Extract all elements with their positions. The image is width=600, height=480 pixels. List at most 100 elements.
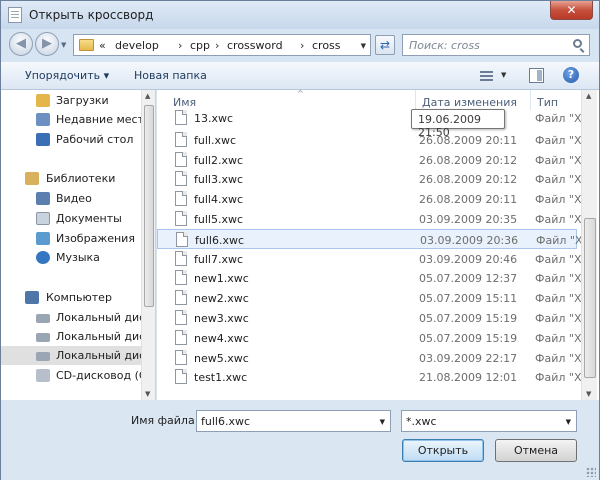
scroll-down-icon[interactable]: ▼ [586,390,591,398]
file-date-modified: 21.08.2009 12:01 [419,371,518,385]
file-row[interactable]: full4.xwc 26.08.2009 20:11 Файл "XV [157,189,589,209]
file-row[interactable]: full5.xwc 03.09.2009 20:35 Файл "XV [157,209,589,229]
forward-arrow-icon: ▶ [42,36,52,51]
nav-item-cd-drive[interactable]: CD-дисковод (G: [1,366,141,385]
sort-ascending-icon: ^ [297,90,304,98]
file-row[interactable]: full3.xwc 26.08.2009 20:12 Файл "XV [157,169,589,189]
breadcrumb-crossword[interactable]: crossword [227,39,283,52]
chevron-right-icon[interactable]: › [178,39,182,52]
file-type-filter[interactable]: *.xwc ▼ [401,410,577,432]
back-button[interactable]: ◀ [9,32,33,56]
file-row[interactable]: test1.xwc 21.08.2009 12:01 Файл "XV [157,367,589,387]
nav-item-desktop[interactable]: Рабочий стол [1,130,141,149]
file-icon [175,191,187,207]
file-row[interactable]: new4.xwc 05.07.2009 15:19 Файл "XV [157,328,589,348]
desktop-icon [36,133,50,146]
file-row[interactable]: full6.xwc 03.09.2009 20:36 Файл "XV [157,228,590,249]
file-list: Имя ^ Дата изменения Тип 13.xwc Файл "XV f… [157,90,599,400]
recent-places-icon [36,113,50,126]
file-name: new5.xwc [194,351,249,365]
file-row[interactable]: new2.xwc 05.07.2009 15:11 Файл "XV [157,288,589,308]
close-button[interactable]: ✕ [550,1,593,20]
breadcrumb-cross[interactable]: cross [312,39,341,52]
column-header-name[interactable]: Имя ^ [167,90,415,110]
file-row[interactable]: 13.xwc Файл "XV [157,108,589,128]
file-icon [175,171,187,187]
file-row[interactable]: full.xwc 26.08.2009 20:11 Файл "XV [157,130,589,150]
nav-item-local-disk-2[interactable]: Локальный диск [1,327,141,346]
file-list-scrollbar[interactable]: ▲ ▼ [581,90,597,400]
file-name: full2.xwc [194,153,244,167]
column-header-date-modified[interactable]: Дата изменения [415,90,530,110]
nav-item-local-disk-1[interactable]: Локальный диск [1,308,141,327]
search-icon[interactable] [573,39,582,48]
scroll-up-icon[interactable]: ▲ [586,92,591,100]
local-disk-icon [36,314,50,323]
address-dropdown-icon[interactable]: ▼ [361,42,366,50]
nav-item-computer[interactable]: Компьютер [1,288,141,307]
filename-combobox[interactable]: ▼ [196,410,391,432]
address-bar[interactable]: « develop › cpp › crossword › cross ▼ [73,34,371,56]
help-icon[interactable]: ? [563,67,579,83]
chevron-right-icon[interactable]: › [215,39,219,52]
search-input[interactable] [409,38,559,53]
resize-grip-icon[interactable] [586,467,596,477]
file-row[interactable]: new5.xwc 03.09.2009 22:17 Файл "XV [157,348,589,368]
new-folder-button[interactable]: Новая папка [134,69,207,82]
chevron-right-icon[interactable]: › [300,39,304,52]
open-button[interactable]: Открыть [402,439,484,462]
filename-dropdown-icon[interactable]: ▼ [380,418,385,426]
scroll-up-icon[interactable]: ▲ [145,92,150,100]
column-header-type[interactable]: Тип [530,90,580,110]
file-date-modified: 26.08.2009 20:12 [419,153,518,167]
scroll-down-icon[interactable]: ▼ [145,390,150,398]
filename-input[interactable] [201,414,371,429]
dialog-footer: Имя файла: ▼ *.xwc ▼ Открыть Отмена [1,400,599,480]
nav-item-local-disk-3[interactable]: Локальный диск [1,346,141,365]
title-bar[interactable]: Открыть кроссворд ✕ [1,1,599,29]
folder-icon [79,39,94,51]
video-library-icon [36,192,50,205]
file-icon [175,250,187,266]
libraries-icon [25,172,39,185]
file-list-scroll-thumb[interactable] [584,218,596,378]
computer-icon [25,291,39,304]
forward-button[interactable]: ▶ [35,32,59,56]
nav-item-video[interactable]: Видео [1,189,141,208]
cancel-button[interactable]: Отмена [495,439,577,462]
file-row[interactable]: new1.xwc 05.07.2009 12:37 Файл "XV [157,268,589,288]
breadcrumb-develop[interactable]: develop [115,39,159,52]
file-icon [175,349,187,365]
nav-item-documents[interactable]: Документы [1,209,141,228]
file-name: full3.xwc [194,173,244,187]
preview-pane-icon[interactable] [529,68,544,83]
navigation-row: ◀ ▶ ▼ « develop › cpp › crossword › cros… [1,29,599,61]
file-row[interactable]: new3.xwc 05.07.2009 15:19 Файл "XV [157,308,589,328]
nav-item-music[interactable]: Музыка [1,248,141,267]
breadcrumb-cpp[interactable]: cpp [190,39,210,52]
downloads-folder-icon [36,94,50,107]
refresh-button[interactable]: ⇄ [375,35,395,55]
file-date-modified: 03.09.2009 22:17 [419,351,518,365]
nav-item-recent-places[interactable]: Недавние места [1,110,141,129]
recent-pages-dropdown-icon[interactable]: ▼ [61,41,66,49]
file-name: new2.xwc [194,292,249,306]
nav-pane-scrollbar[interactable]: ▲ ▼ [141,90,155,400]
file-type-dropdown-icon[interactable]: ▼ [566,418,571,426]
nav-item-libraries[interactable]: Библиотеки [1,169,141,188]
breadcrumb-overflow[interactable]: « [99,39,106,52]
file-name: new4.xwc [194,331,249,345]
file-icon [175,329,187,345]
file-date-modified: 26.08.2009 20:12 [419,173,518,187]
nav-item-downloads[interactable]: Загрузки [1,91,141,110]
nav-scroll-thumb[interactable] [144,105,154,307]
file-row[interactable]: full2.xwc 26.08.2009 20:12 Файл "XV [157,150,589,170]
search-box[interactable] [402,34,590,56]
file-date-modified: 03.09.2009 20:35 [419,213,518,226]
view-options-dropdown-icon[interactable]: ▼ [501,71,506,79]
file-date-modified: 05.07.2009 15:19 [419,312,518,325]
file-row[interactable]: full7.xwc 03.09.2009 20:46 Файл "XV [157,249,589,269]
organize-button[interactable]: Упорядочить ▾ [25,69,109,82]
nav-item-pictures[interactable]: Изображения [1,229,141,248]
change-view-icon[interactable] [480,71,493,81]
